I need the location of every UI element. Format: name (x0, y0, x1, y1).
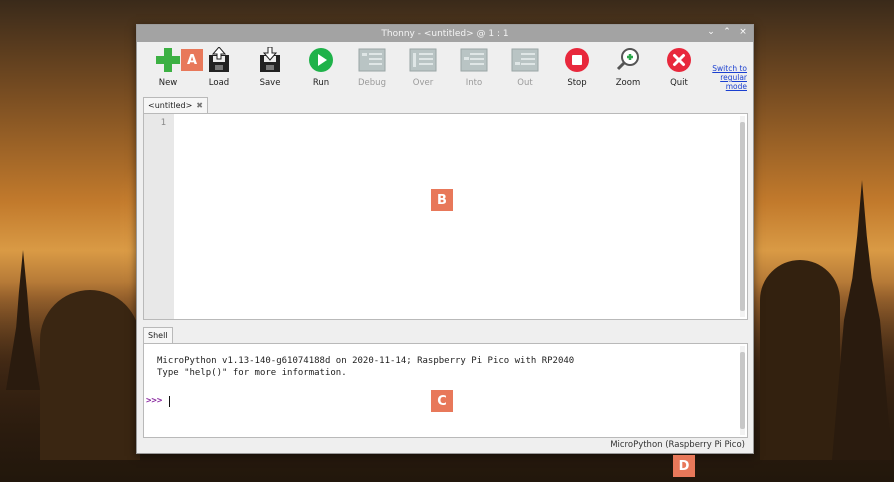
step-over-button[interactable]: Over (403, 46, 443, 92)
line-number-gutter: 1 (144, 114, 174, 319)
save-floppy-icon (256, 46, 284, 74)
debug-label: Debug (358, 78, 386, 88)
zoom-icon (614, 46, 642, 74)
trees-right (760, 260, 840, 460)
minimize-button[interactable]: ⌄ (707, 27, 715, 37)
line-number: 1 (160, 118, 166, 128)
code-editor[interactable]: 1 (143, 113, 748, 320)
over-label: Over (412, 78, 434, 88)
marker-d: D (673, 455, 695, 477)
shell-prompt: >>> (146, 396, 163, 406)
tab-close-icon[interactable]: ✖ (196, 101, 203, 110)
run-label: Run (312, 78, 330, 88)
step-into-icon (460, 46, 488, 74)
new-label: New (158, 78, 178, 88)
new-file-plus-icon (154, 46, 182, 74)
shell-output-line: MicroPython v1.13-140-g61074188d on 2020… (157, 356, 575, 366)
editor-tabbar: <untitled> ✖ (143, 97, 208, 113)
marker-a: A (181, 49, 203, 71)
interpreter-status[interactable]: MicroPython (Raspberry Pi Pico) (610, 440, 745, 450)
run-play-icon (307, 46, 335, 74)
debug-button[interactable]: Debug (352, 46, 392, 92)
tab-untitled-label: <untitled> (148, 101, 193, 110)
close-window-button[interactable]: × (739, 27, 747, 37)
stop-label: Stop (567, 78, 587, 88)
toolbar: New Load Save Run Debug Over Into Out St… (137, 42, 753, 94)
save-button[interactable]: Save (250, 46, 290, 92)
load-button[interactable]: Load (199, 46, 239, 92)
shell-output-line: Type "help()" for more information. (157, 368, 347, 378)
window-controls: ⌄ ⌃ × (707, 27, 747, 37)
shell-scrollbar[interactable] (740, 346, 745, 435)
step-out-icon (511, 46, 539, 74)
run-button[interactable]: Run (301, 46, 341, 92)
out-label: Out (517, 78, 533, 88)
text-cursor (169, 396, 170, 407)
switch-mode-link[interactable]: Switch to regular mode (707, 64, 747, 91)
step-out-button[interactable]: Out (505, 46, 545, 92)
load-floppy-icon (205, 46, 233, 74)
quit-button[interactable]: Quit (659, 46, 699, 92)
maximize-button[interactable]: ⌃ (723, 27, 731, 37)
step-over-icon (409, 46, 437, 74)
stop-icon (563, 46, 591, 74)
step-into-button[interactable]: Into (454, 46, 494, 92)
zoom-label: Zoom (615, 78, 641, 88)
into-label: Into (465, 78, 483, 88)
title-bar[interactable]: Thonny - <untitled> @ 1 : 1 ⌄ ⌃ × (137, 25, 753, 42)
marker-b: B (431, 189, 453, 211)
window-title: Thonny - <untitled> @ 1 : 1 (381, 28, 509, 39)
shell-scroll-thumb[interactable] (740, 352, 745, 429)
editor-scrollbar[interactable] (740, 116, 745, 317)
save-label: Save (259, 78, 281, 88)
trees-left (40, 290, 140, 460)
load-label: Load (208, 78, 230, 88)
quit-icon (665, 46, 693, 74)
editor-scroll-thumb[interactable] (740, 122, 745, 311)
marker-c: C (431, 390, 453, 412)
stop-button[interactable]: Stop (557, 46, 597, 92)
debug-icon (358, 46, 386, 74)
tab-shell[interactable]: Shell (143, 327, 173, 344)
zoom-button[interactable]: Zoom (608, 46, 648, 92)
quit-label: Quit (670, 78, 688, 88)
tab-untitled[interactable]: <untitled> ✖ (143, 97, 208, 113)
